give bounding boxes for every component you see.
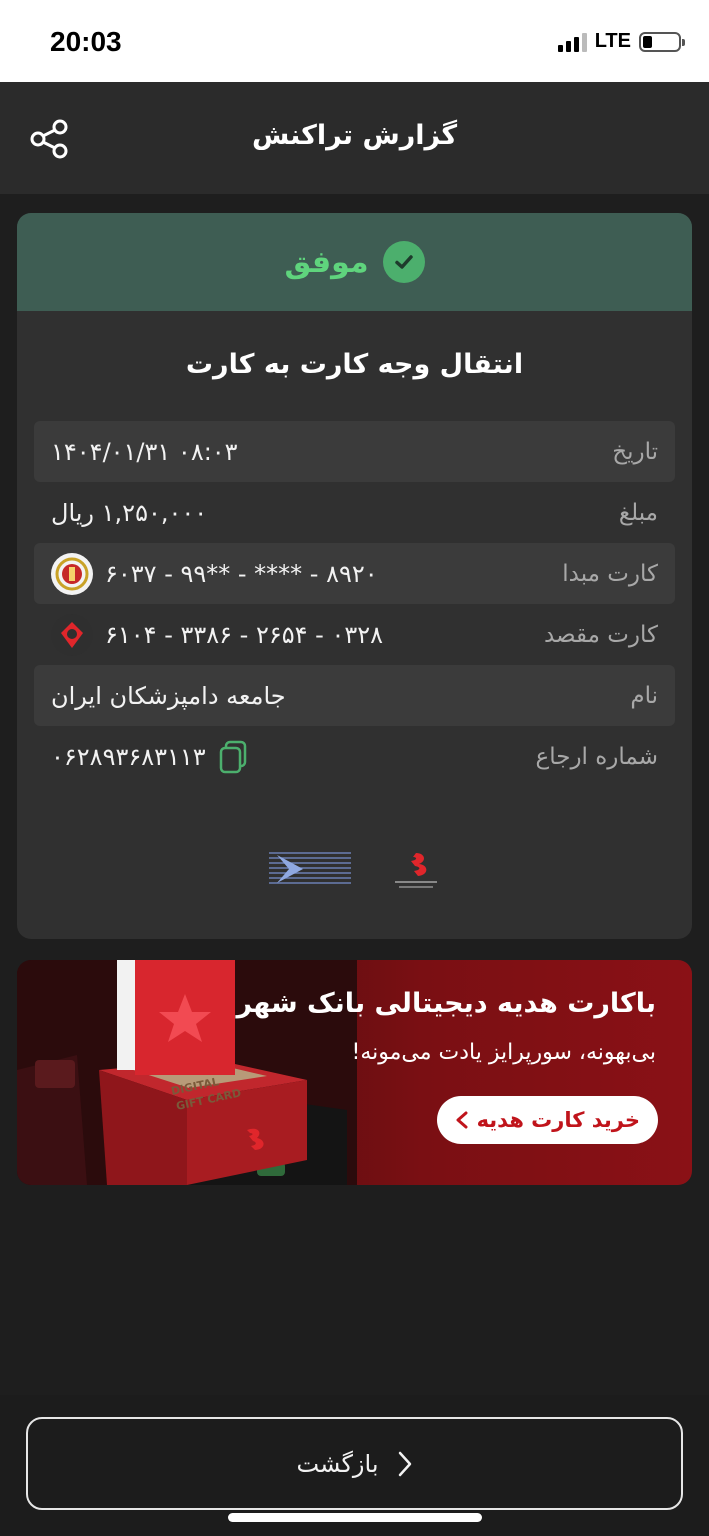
status-time: 20:03 — [50, 26, 122, 57]
chevron-right-icon — [398, 1451, 411, 1476]
detail-row-source-card: کارت مبدا ۶۰۳۷ - ۹۹** - **** - ۸۹۲۰ — [34, 543, 675, 604]
detail-value-name: جامعه دامپزشکان ایران — [51, 681, 286, 710]
detail-label: مبلغ — [618, 499, 658, 526]
chevron-left-icon — [456, 1111, 468, 1129]
shetab-logo-icon — [268, 852, 351, 884]
status-indicators: LTE — [557, 30, 685, 53]
detail-row-amount: مبلغ ۱,۲۵۰,۰۰۰ ریال — [34, 482, 675, 543]
banner-subline: بی‌بهونه، سورپرایز یادت می‌مونه! — [351, 1040, 657, 1065]
detail-value-reference: ۰۶۲۸۹۳۶۸۳۱۱۳ — [51, 742, 206, 771]
page-title: گزارش تراکنش — [251, 120, 458, 151]
detail-row-destination-card: کارت مقصد ۶۱۰۴ - ۳۳۸۶ - ۲۶۵۴ - ۰۳۲۸ — [34, 604, 675, 665]
payment-provider-logo-icon — [394, 853, 437, 888]
detail-row-reference: شماره ارجاع ۰۶۲۸۹۳۶۸۳۱۱۳ — [34, 726, 675, 787]
detail-value-date: ۱۴۰۴/۰۱/۳۱ ۰۸:۰۳ — [51, 437, 238, 466]
detail-value-source-card: ۶۰۳۷ - ۹۹** - **** - ۸۹۲۰ — [105, 559, 378, 588]
detail-label: کارت مبدا — [562, 560, 658, 587]
success-banner: موفق — [17, 213, 692, 311]
partner-logos — [17, 849, 692, 893]
status-bar: 20:03 LTE — [0, 0, 709, 82]
detail-label: تاریخ — [612, 438, 658, 465]
bank-melli-logo-icon — [51, 552, 93, 595]
status-label: موفق — [284, 244, 369, 280]
detail-value-amount: ۱,۲۵۰,۰۰۰ ریال — [51, 498, 208, 527]
battery-icon — [639, 31, 685, 52]
back-button-label: بازگشت — [296, 1449, 379, 1478]
detail-list: تاریخ ۱۴۰۴/۰۱/۳۱ ۰۸:۰۳ مبلغ ۱,۲۵۰,۰۰۰ ری… — [34, 421, 675, 787]
detail-label: شماره ارجاع — [535, 743, 659, 770]
buy-gift-card-button[interactable]: خرید کارت هدیه — [436, 1096, 658, 1144]
app-bar: گزارش تراکنش — [0, 82, 709, 194]
bank-shahr-logo-icon — [51, 613, 93, 656]
signal-icon — [557, 32, 587, 52]
gift-card-banner[interactable]: DIGITAL GIFT CARD باکارت هدیه دیجیتالی ب… — [17, 960, 692, 1185]
detail-value-destination-card: ۶۱۰۴ - ۳۳۸۶ - ۲۶۵۴ - ۰۳۲۸ — [105, 620, 384, 649]
transaction-receipt: موفق انتقال وجه کارت به کارت تاریخ ۱۴۰۴/… — [17, 213, 692, 939]
home-indicator[interactable] — [228, 1513, 482, 1522]
banner-headline: باکارت هدیه دیجیتالی بانک شهر — [236, 988, 656, 1019]
detail-label: کارت مقصد — [543, 621, 658, 648]
network-type: LTE — [594, 30, 631, 52]
detail-row-date: تاریخ ۱۴۰۴/۰۱/۳۱ ۰۸:۰۳ — [34, 421, 675, 482]
transaction-type: انتقال وجه کارت به کارت — [185, 349, 524, 380]
check-circle-icon — [382, 241, 425, 283]
detail-label: نام — [630, 682, 658, 709]
buy-gift-card-label: خرید کارت هدیه — [476, 1108, 640, 1132]
detail-row-name: نام جامعه دامپزشکان ایران — [34, 665, 675, 726]
back-button[interactable]: بازگشت — [26, 1417, 683, 1510]
copy-icon[interactable] — [218, 740, 248, 774]
